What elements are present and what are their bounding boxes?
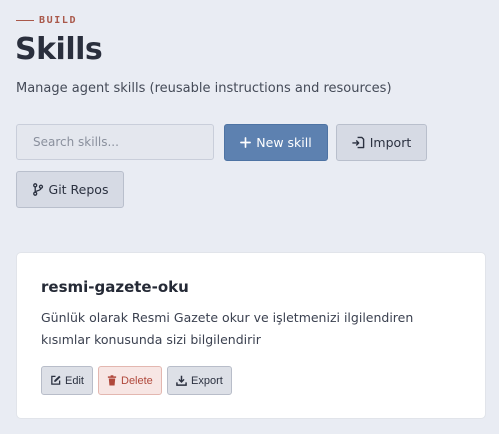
section-eyebrow: BUILD <box>16 15 77 26</box>
skill-description: Günlük olarak Resmi Gazete okur ve işlet… <box>41 310 414 347</box>
export-label: Export <box>191 374 223 387</box>
new-skill-label: New skill <box>256 135 312 150</box>
export-button[interactable]: Export <box>167 366 232 395</box>
search-input[interactable] <box>16 124 214 160</box>
import-label: Import <box>369 135 412 150</box>
delete-button[interactable]: Delete <box>98 366 162 395</box>
download-icon <box>176 375 187 386</box>
plus-icon <box>240 137 252 148</box>
page-subtitle: Manage agent skills (reusable instructio… <box>16 81 392 96</box>
page-title: Skills <box>15 32 103 67</box>
new-skill-button[interactable]: New skill <box>224 124 328 161</box>
git-branch-icon <box>32 183 44 196</box>
section-label: BUILD <box>39 15 78 26</box>
skill-card: resmi-gazete-oku Günlük olarak Resmi Gaz… <box>16 252 486 419</box>
edit-label: Edit <box>65 374 84 387</box>
git-repos-label: Git Repos <box>48 182 109 197</box>
trash-icon <box>107 375 117 386</box>
edit-icon <box>50 375 61 386</box>
edit-button[interactable]: Edit <box>41 366 93 395</box>
delete-label: Delete <box>121 374 153 387</box>
import-icon <box>351 136 365 149</box>
skill-name: resmi-gazete-oku <box>41 278 189 296</box>
eyebrow-line <box>16 20 34 21</box>
import-button[interactable]: Import <box>336 124 427 161</box>
git-repos-button[interactable]: Git Repos <box>16 171 124 208</box>
